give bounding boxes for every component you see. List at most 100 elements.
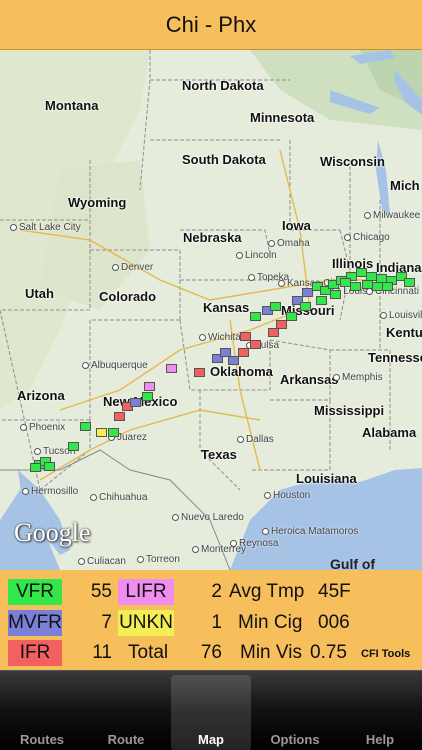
station-marker[interactable] [404,278,415,287]
city-label: Omaha [268,238,310,249]
state-label: Kentu [386,325,422,340]
min-ceiling-label: Min Cig [238,612,303,633]
state-label: Arizona [17,388,65,403]
state-label: Montana [45,98,99,113]
state-label: Tennessee [368,350,422,365]
station-marker[interactable] [276,320,287,329]
station-marker[interactable] [270,302,281,311]
gulf-label: Gulf of [330,556,376,570]
station-marker[interactable] [96,428,107,437]
city-label: Memphis [333,372,383,383]
tab-label: Help [365,732,395,747]
state-label: Mich [390,178,420,193]
tab-help[interactable]: Help [338,671,422,750]
total-count: 76 [200,642,222,663]
tab-label: Options [270,732,320,747]
station-marker[interactable] [300,302,311,311]
city-label: Phoenix [20,422,65,433]
city-label: Hermosillo [22,486,78,497]
google-watermark: Google [14,518,91,547]
station-marker[interactable] [316,296,327,305]
station-marker[interactable] [268,328,279,337]
station-marker[interactable] [166,364,177,373]
station-marker[interactable] [382,282,393,291]
city-label: Heroica Matamoros [262,526,358,537]
station-marker[interactable] [330,290,341,299]
city-label: Denver [112,262,153,273]
station-marker[interactable] [108,428,119,437]
route-title: Chi - Phx [165,11,257,37]
station-marker[interactable] [30,463,41,472]
city-label: Nuevo Laredo [172,512,244,523]
vfr-badge: VFR [8,579,62,605]
tab-route[interactable]: Route [84,671,168,750]
city-label: Louisville [380,310,422,321]
unkn-badge: UNKN [118,610,174,636]
state-label: Minnesota [250,110,315,125]
tab-label: Route [107,732,145,747]
lifr-count: 2 [211,581,222,602]
avg-temp-label: Avg Tmp [229,581,305,602]
city-label: Reynosa [230,538,278,549]
min-visibility-label: Min Vis [240,642,302,663]
station-marker[interactable] [44,462,55,471]
city-label: Dallas [237,434,274,445]
station-marker[interactable] [240,332,251,341]
state-label: Texas [201,447,237,462]
station-marker[interactable] [250,312,261,321]
state-label: Colorado [99,289,157,304]
flight-conditions-summary: VFR 55 LIFR 2 Avg Tmp 45F MVFR 7 UNKN 1 … [0,570,422,670]
avg-temp-value: 45F [318,581,351,602]
state-label: South Dakota [182,152,266,167]
state-label: Nebraska [183,230,242,245]
station-marker[interactable] [144,382,155,391]
station-marker[interactable] [286,312,297,321]
state-label: Alabama [362,425,417,440]
state-label: Wisconsin [320,154,385,169]
unkn-count: 1 [211,612,222,633]
state-label: North Dakota [182,78,264,93]
city-label: Albuquerque [82,360,148,371]
station-marker[interactable] [114,412,125,421]
vfr-count: 55 [90,581,112,602]
state-label: Oklahoma [210,364,273,379]
cfi-tools-link[interactable]: CFI Tools [361,648,410,660]
city-label: Chicago [344,232,390,243]
lifr-badge: LIFR [118,579,174,605]
station-marker[interactable] [142,392,153,401]
station-marker[interactable] [130,398,141,407]
tab-options[interactable]: Options [253,671,337,750]
title-bar: Chi - Phx [0,0,422,50]
mvfr-count: 7 [101,612,112,633]
city-label: Culiacan [78,556,126,567]
station-marker[interactable] [350,282,361,291]
ifr-badge: IFR [8,640,62,666]
state-label: Mississippi [314,403,385,418]
mvfr-badge: MVFR [8,610,62,636]
state-label: Wyoming [68,195,127,210]
state-label: Iowa [282,218,311,233]
city-label: Chihuahua [90,492,147,503]
city-label: Houston [264,490,310,501]
station-marker[interactable] [250,340,261,349]
tab-map[interactable]: Map [171,675,251,750]
station-marker[interactable] [68,442,79,451]
tab-bar: Routes Route Map Options Help [0,670,422,750]
station-marker[interactable] [238,348,249,357]
state-label: Kansas [203,300,250,315]
station-marker[interactable] [194,368,205,377]
min-visibility-value: 0.75 [310,642,347,663]
state-label: Arkansas [280,372,339,387]
min-ceiling-value: 006 [318,612,350,633]
station-marker[interactable] [228,356,239,365]
route-map[interactable]: North Dakota Montana Minnesota South Dak… [0,50,422,570]
station-marker[interactable] [80,422,91,431]
tab-label: Map [198,732,224,747]
state-label: Utah [25,286,54,301]
city-label: Torreon [137,554,180,565]
city-label: Milwaukee [364,210,420,221]
city-label: Wichita [199,332,241,343]
tab-routes[interactable]: Routes [0,671,84,750]
city-label: Salt Lake City [10,222,81,233]
tab-label: Routes [19,732,65,747]
